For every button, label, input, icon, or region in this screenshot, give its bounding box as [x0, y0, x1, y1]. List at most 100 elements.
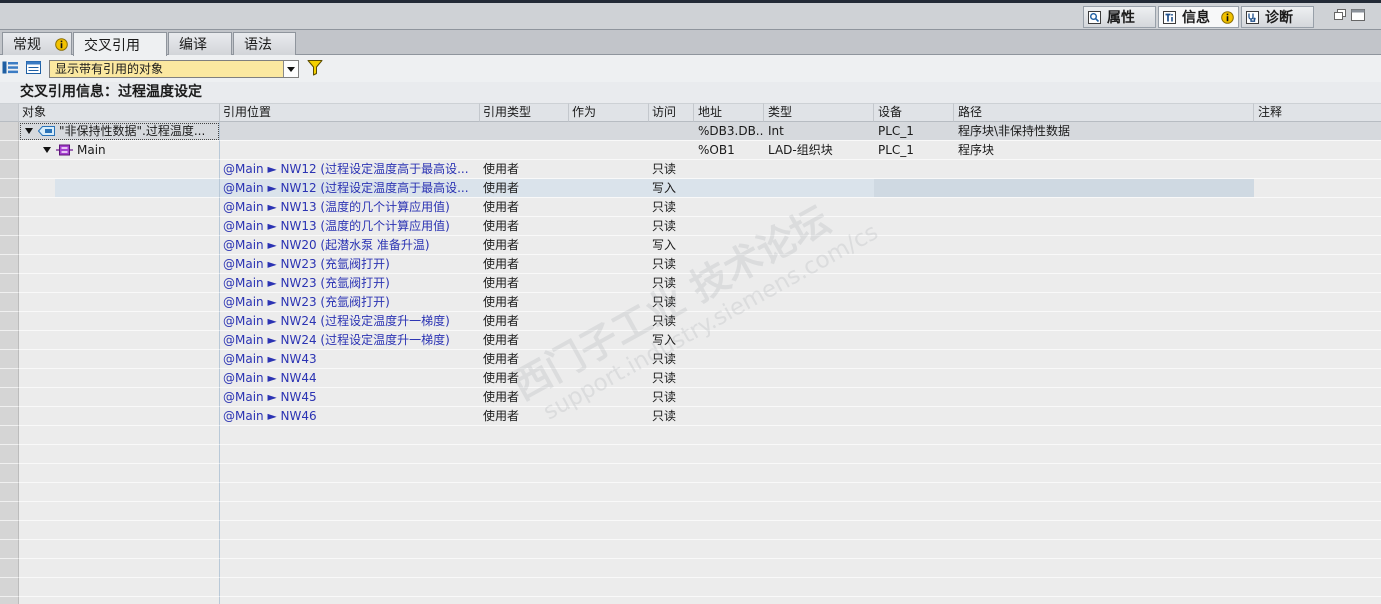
tab-general[interactable]: 常规 — [2, 32, 72, 55]
object-filter-select[interactable]: 显示带有引用的对象 — [49, 60, 299, 78]
reference-location-link[interactable]: @Main ► NW13 (温度的几个计算应用值) — [220, 217, 480, 236]
object-cell[interactable] — [19, 179, 220, 198]
tree-node[interactable]: "非保持性数据".过程温度... — [19, 122, 219, 140]
row-header-cell[interactable] — [0, 312, 19, 331]
reference-row[interactable]: @Main ► NW43 使用者 只读 — [0, 350, 1381, 369]
panel-tab-properties[interactable]: 属性 — [1083, 6, 1156, 28]
row-header-cell[interactable] — [0, 293, 19, 312]
column-header-type[interactable]: 类型 — [764, 103, 874, 122]
row-header-cell[interactable] — [0, 369, 19, 388]
object-cell[interactable] — [19, 331, 220, 350]
chevron-down-icon[interactable] — [283, 61, 298, 77]
reference-location-link[interactable]: @Main ► NW23 (充氩阀打开) — [220, 255, 480, 274]
table-row[interactable]: "非保持性数据".过程温度... %DB3.DB... Int PLC_1 程序块\非保… — [0, 122, 1381, 141]
object-cell[interactable]: "非保持性数据".过程温度... — [19, 122, 220, 141]
row-header-cell[interactable] — [0, 540, 19, 559]
column-header-address[interactable]: 地址 — [694, 103, 764, 122]
panel-tab-info[interactable]: 信息 — [1158, 6, 1239, 28]
object-cell[interactable] — [19, 198, 220, 217]
reference-location-link[interactable]: @Main ► NW45 — [220, 388, 480, 407]
row-header-cell[interactable] — [0, 445, 19, 464]
tab-compile[interactable]: 编译 — [168, 32, 232, 55]
column-header-as[interactable]: 作为 — [569, 103, 649, 122]
column-header-access[interactable]: 访问 — [649, 103, 694, 122]
object-cell[interactable] — [19, 312, 220, 331]
object-cell[interactable] — [19, 369, 220, 388]
row-header-cell[interactable] — [0, 236, 19, 255]
object-cell[interactable] — [19, 160, 220, 179]
reference-location-link[interactable]: @Main ► NW12 (过程设定温度高于最高设... — [220, 160, 480, 179]
object-cell[interactable] — [19, 388, 220, 407]
table-row[interactable]: Main %OB1 LAD-组织块 PLC_1 程序块 — [0, 141, 1381, 160]
panel-tab-diagnostics[interactable]: 诊断 — [1241, 6, 1314, 28]
column-header-path[interactable]: 路径 — [954, 103, 1254, 122]
reference-location-link[interactable]: @Main ► NW24 (过程设定温度升一梯度) — [220, 312, 480, 331]
reference-location-link[interactable]: @Main ► NW23 (充氩阀打开) — [220, 274, 480, 293]
reference-location-link[interactable]: @Main ► NW13 (温度的几个计算应用值) — [220, 198, 480, 217]
filter-icon[interactable] — [307, 59, 323, 76]
reference-location-link[interactable]: @Main ► NW43 — [220, 350, 480, 369]
reference-row[interactable]: @Main ► NW24 (过程设定温度升一梯度) 使用者 写入 — [0, 331, 1381, 350]
collapse-entries-icon[interactable] — [25, 60, 42, 75]
row-header-cell[interactable] — [0, 407, 19, 426]
object-cell[interactable] — [19, 350, 220, 369]
float-panel-icon[interactable] — [1334, 9, 1346, 21]
row-header-cell[interactable] — [0, 160, 19, 179]
object-cell[interactable] — [19, 255, 220, 274]
reference-row[interactable]: @Main ► NW12 (过程设定温度高于最高设... 使用者 只读 — [0, 160, 1381, 179]
row-header-cell[interactable] — [0, 483, 19, 502]
object-cell[interactable] — [19, 293, 220, 312]
row-header-cell[interactable] — [0, 350, 19, 369]
reference-location-link[interactable]: @Main ► NW23 (充氩阀打开) — [220, 293, 480, 312]
row-header-cell[interactable] — [0, 198, 19, 217]
reference-location-link[interactable]: @Main ► NW12 (过程设定温度高于最高设... — [220, 179, 480, 198]
object-cell[interactable] — [19, 236, 220, 255]
row-header-cell[interactable] — [0, 331, 19, 350]
row-header-cell[interactable] — [0, 464, 19, 483]
column-header-object[interactable]: 对象 — [19, 103, 220, 122]
column-header-reference-type[interactable]: 引用类型 — [480, 103, 569, 122]
row-header-cell[interactable] — [0, 521, 19, 540]
column-header-reference-location[interactable]: 引用位置 — [220, 103, 480, 122]
row-header-corner[interactable] — [0, 103, 19, 122]
row-header-cell[interactable] — [0, 578, 19, 597]
row-header-cell[interactable] — [0, 122, 19, 141]
reference-row[interactable]: @Main ► NW23 (充氩阀打开) 使用者 只读 — [0, 274, 1381, 293]
tab-cross-references[interactable]: 交叉引用 — [73, 32, 167, 56]
column-header-comment[interactable]: 注释 — [1254, 103, 1381, 122]
object-cell[interactable] — [19, 407, 220, 426]
object-cell[interactable] — [19, 217, 220, 236]
reference-row[interactable]: @Main ► NW45 使用者 只读 — [0, 388, 1381, 407]
reference-row[interactable]: @Main ► NW20 (起潜水泵 准备升温) 使用者 写入 — [0, 236, 1381, 255]
tree-node[interactable]: Main — [19, 141, 219, 159]
row-header-cell[interactable] — [0, 255, 19, 274]
row-header-cell[interactable] — [0, 502, 19, 521]
reference-row[interactable]: @Main ► NW23 (充氩阀打开) 使用者 只读 — [0, 255, 1381, 274]
row-header-cell[interactable] — [0, 217, 19, 236]
reference-row[interactable]: @Main ► NW24 (过程设定温度升一梯度) 使用者 只读 — [0, 312, 1381, 331]
expand-arrow-icon[interactable] — [43, 147, 51, 153]
reference-row[interactable]: @Main ► NW13 (温度的几个计算应用值) 使用者 只读 — [0, 217, 1381, 236]
maximize-panel-icon[interactable] — [1351, 9, 1365, 21]
row-header-cell[interactable] — [0, 179, 19, 198]
row-header-cell[interactable] — [0, 141, 19, 160]
column-header-device[interactable]: 设备 — [874, 103, 954, 122]
reference-row[interactable]: @Main ► NW46 使用者 只读 — [0, 407, 1381, 426]
reference-row[interactable]: @Main ► NW44 使用者 只读 — [0, 369, 1381, 388]
object-cell[interactable] — [19, 274, 220, 293]
reference-location-link[interactable]: @Main ► NW20 (起潜水泵 准备升温) — [220, 236, 480, 255]
row-header-cell[interactable] — [0, 559, 19, 578]
reference-location-link[interactable]: @Main ► NW24 (过程设定温度升一梯度) — [220, 331, 480, 350]
row-header-cell[interactable] — [0, 426, 19, 445]
tab-syntax[interactable]: 语法 — [233, 32, 296, 55]
row-header-cell[interactable] — [0, 274, 19, 293]
expand-entries-icon[interactable] — [2, 60, 19, 75]
row-header-cell[interactable] — [0, 597, 19, 604]
reference-location-link[interactable]: @Main ► NW44 — [220, 369, 480, 388]
reference-location-link[interactable]: @Main ► NW46 — [220, 407, 480, 426]
reference-row[interactable]: @Main ► NW12 (过程设定温度高于最高设... 使用者 写入 — [0, 179, 1381, 198]
object-cell[interactable]: Main — [19, 141, 220, 160]
row-header-cell[interactable] — [0, 388, 19, 407]
reference-row[interactable]: @Main ► NW23 (充氩阀打开) 使用者 只读 — [0, 293, 1381, 312]
reference-row[interactable]: @Main ► NW13 (温度的几个计算应用值) 使用者 只读 — [0, 198, 1381, 217]
